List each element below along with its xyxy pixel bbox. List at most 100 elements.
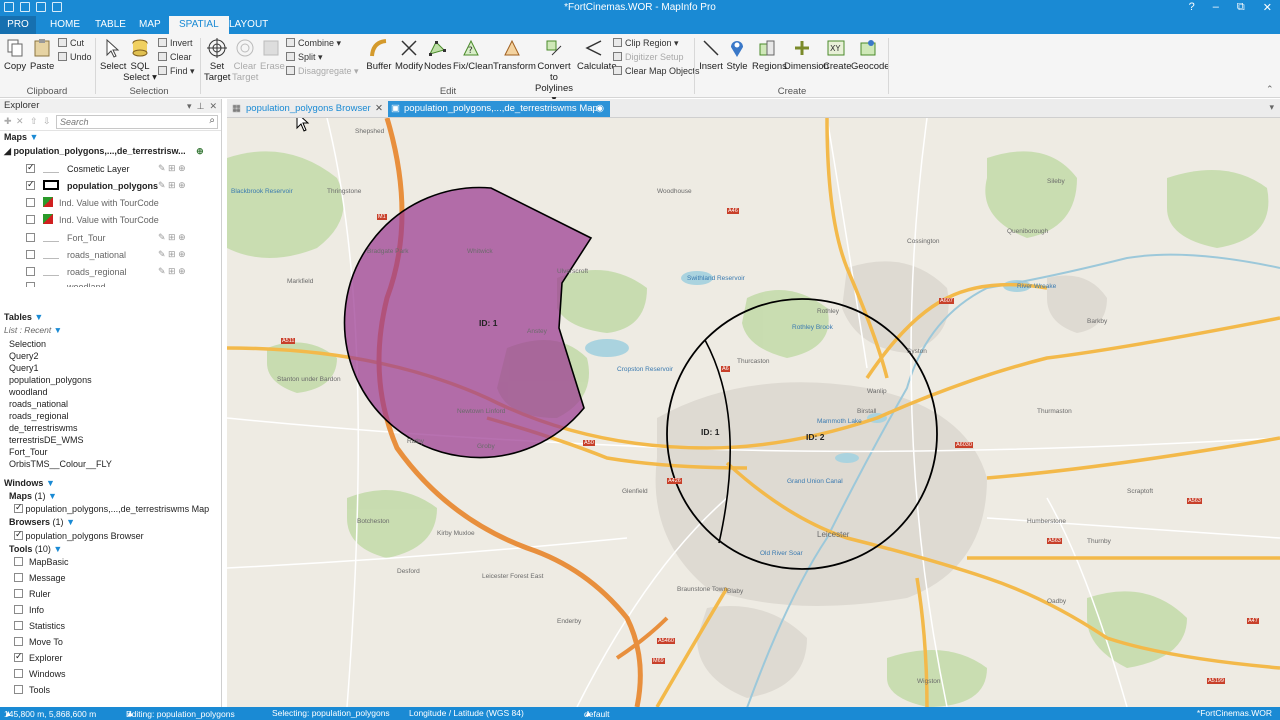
tool-checkbox[interactable] xyxy=(14,637,23,646)
layer-visibility-checkbox[interactable] xyxy=(26,233,35,242)
chevron-down-icon[interactable]: ▾ xyxy=(187,101,192,111)
table-item[interactable]: roads_regional xyxy=(9,411,69,421)
tool-item[interactable]: Message xyxy=(14,573,66,585)
layer-visibility-checkbox[interactable] xyxy=(26,215,35,224)
tab-map-window[interactable]: ▣ population_polygons,...,de_terrestrisw… xyxy=(388,101,610,117)
tool-item[interactable]: MapBasic xyxy=(14,557,69,569)
restore-button[interactable]: ⧉ xyxy=(1237,1,1245,14)
tool-checkbox[interactable] xyxy=(14,573,23,582)
layer-controls-icon[interactable]: ✎ ⊞ ⊕ xyxy=(158,180,186,191)
tool-checkbox[interactable] xyxy=(14,685,23,694)
sql-select-button[interactable]: SQL Select ▾ xyxy=(123,38,157,83)
style-button[interactable]: Style xyxy=(726,38,748,72)
status-projection[interactable]: Longitude / Latitude (WGS 84) xyxy=(409,708,524,718)
dimension-button[interactable]: Dimension xyxy=(784,38,829,72)
close-icon[interactable]: ✕ xyxy=(375,101,383,117)
tool-checkbox[interactable] xyxy=(14,653,23,662)
pin-icon[interactable]: ⊥ xyxy=(197,101,205,111)
map-window-checkbox[interactable] xyxy=(14,502,23,513)
clear-target-button[interactable]: Clear Target xyxy=(232,38,258,83)
buffer-button[interactable]: Buffer xyxy=(366,38,392,72)
layer-controls-icon[interactable]: ✎ ⊞ ⊕ xyxy=(158,266,186,277)
layer-controls-icon[interactable]: ✎ ⊞ ⊕ xyxy=(158,249,186,260)
insert-button[interactable]: Insert xyxy=(698,38,724,72)
collapse-ribbon-icon[interactable]: ⌃ xyxy=(1266,84,1274,95)
tool-item[interactable]: Windows xyxy=(14,669,66,681)
table-item[interactable]: Fort_Tour xyxy=(9,447,48,457)
tool-item[interactable]: Explorer xyxy=(14,653,63,665)
status-style[interactable]: default ▲ xyxy=(584,708,610,719)
add-icon[interactable]: ✚ xyxy=(4,116,12,127)
tab-map[interactable]: MAP xyxy=(129,16,171,34)
layer-visibility-checkbox[interactable] xyxy=(26,162,35,173)
layer-item[interactable]: roads_national ✎ ⊞ ⊕ xyxy=(14,249,186,263)
calculate-button[interactable]: Calculate xyxy=(577,38,617,72)
clip-region-button[interactable]: Clip Region ▾ xyxy=(613,38,679,49)
layer-item[interactable]: Fort_Tour ✎ ⊞ ⊕ xyxy=(14,232,186,246)
map-tree-root[interactable]: ◢ population_polygons,...,de_terrestrisw… xyxy=(4,146,204,157)
paste-button[interactable]: Paste xyxy=(30,38,54,72)
layer-visibility-checkbox[interactable] xyxy=(26,179,35,190)
tools-group[interactable]: Tools (10) ▼ xyxy=(9,544,62,554)
clear-map-objects-button[interactable]: Clear Map Objects xyxy=(613,66,700,76)
maps-group[interactable]: Maps (1) ▼ xyxy=(9,491,57,501)
table-item[interactable]: roads_national xyxy=(9,399,68,409)
layer-item[interactable]: Cosmetic Layer ✎ ⊞ ⊕ xyxy=(14,162,186,177)
table-item[interactable]: terrestrisDE_WMS xyxy=(9,435,84,445)
remove-icon[interactable]: ✕ xyxy=(16,116,24,127)
tool-checkbox[interactable] xyxy=(14,621,23,630)
tool-checkbox[interactable] xyxy=(14,605,23,614)
layer-visibility-checkbox[interactable] xyxy=(26,250,35,259)
find-button[interactable]: Find ▾ xyxy=(158,66,195,77)
help-button[interactable]: ? xyxy=(1189,1,1195,14)
up-icon[interactable]: ⇧ xyxy=(30,116,38,127)
tabs-dropdown-icon[interactable]: ▾ xyxy=(1269,102,1274,113)
table-item[interactable]: Selection xyxy=(9,339,46,349)
collapse-icon[interactable]: ◢ xyxy=(4,146,11,156)
disaggregate-button[interactable]: Disaggregate ▾ xyxy=(286,66,359,77)
map-window-item[interactable]: population_polygons,...,de_terrestriswms… xyxy=(14,502,209,514)
select-button[interactable]: Select xyxy=(100,38,126,72)
set-target-button[interactable]: Set Target xyxy=(204,38,230,83)
layer-visibility-checkbox[interactable] xyxy=(26,282,35,287)
copy-button[interactable]: Copy xyxy=(4,38,26,72)
regions-button[interactable]: Regions xyxy=(752,38,787,72)
tables-section-header[interactable]: Tables ▼ xyxy=(4,312,43,322)
cut-button[interactable]: Cut xyxy=(58,38,84,48)
undo-button[interactable]: Undo xyxy=(58,52,92,62)
tab-layout[interactable]: LAYOUT xyxy=(219,16,278,34)
minimize-button[interactable]: – xyxy=(1213,1,1219,14)
layer-item[interactable]: population_polygons✎ ⊞ ⊕ xyxy=(14,179,186,194)
close-icon[interactable]: ✕ xyxy=(209,101,217,111)
tool-item[interactable]: Move To xyxy=(14,637,63,649)
table-item[interactable]: Query2 xyxy=(9,351,39,361)
erase-button[interactable]: Erase xyxy=(260,38,285,72)
layer-item[interactable]: Ind. Value with TourCode xyxy=(14,214,159,228)
table-item[interactable]: Query1 xyxy=(9,363,39,373)
digitizer-setup-button[interactable]: Digitizer Setup xyxy=(613,52,684,62)
status-coordinates[interactable]: 145,800 m, 5,868,600 m ▲ xyxy=(4,708,96,719)
tool-checkbox[interactable] xyxy=(14,589,23,598)
tool-checkbox[interactable] xyxy=(14,557,23,566)
modify-button[interactable]: Modify xyxy=(395,38,423,72)
status-editing[interactable]: Editing: population_polygons ▲ xyxy=(126,708,235,719)
split-button[interactable]: Split ▾ xyxy=(286,52,323,63)
invert-button[interactable]: Invert xyxy=(158,38,193,48)
layer-controls-icon[interactable]: ✎ ⊞ ⊕ xyxy=(158,163,186,174)
table-item[interactable]: OrbisTMS__Colour__FLY xyxy=(9,459,112,469)
close-button[interactable]: ✕ xyxy=(1263,1,1272,14)
layer-item[interactable]: Ind. Value with TourCode xyxy=(14,197,159,211)
create-button[interactable]: XY Create xyxy=(823,38,852,72)
maps-section-header[interactable]: Maps ▼ xyxy=(4,132,38,142)
layer-controls-icon[interactable]: ✎ ⊞ ⊕ xyxy=(158,232,186,243)
down-icon[interactable]: ⇩ xyxy=(43,116,51,127)
tool-item[interactable]: Ruler xyxy=(14,589,51,601)
geocode-button[interactable]: Geocode xyxy=(851,38,890,72)
layer-control-icon[interactable]: ⊕ xyxy=(196,146,204,156)
search-icon[interactable]: ⌕ xyxy=(209,115,215,126)
map-canvas[interactable]: Shepshed Woodhouse Blackbrook Reservoir New… xyxy=(227,118,1280,707)
combine-button[interactable]: Combine ▾ xyxy=(286,38,341,49)
table-item[interactable]: de_terrestriswms xyxy=(9,423,78,433)
windows-section-header[interactable]: Windows ▼ xyxy=(4,478,55,488)
tables-filter[interactable]: List : Recent ▼ xyxy=(4,325,62,335)
